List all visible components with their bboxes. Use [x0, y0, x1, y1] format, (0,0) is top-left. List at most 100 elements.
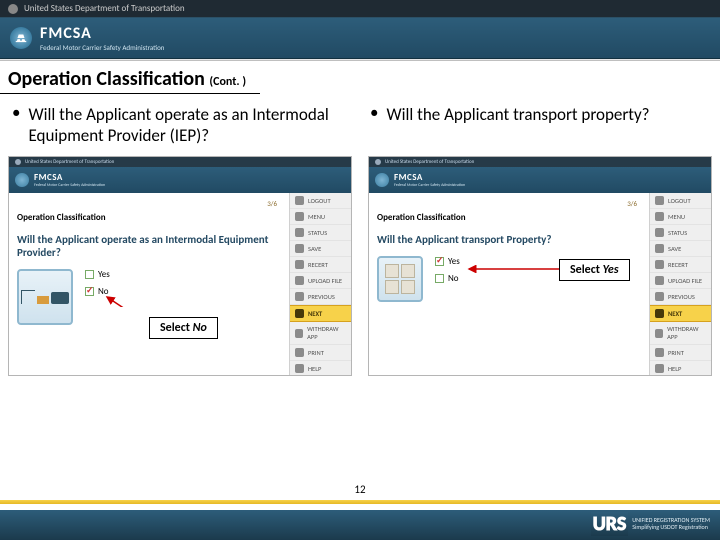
callout-select-no: Select No: [149, 317, 218, 339]
next-icon: [655, 309, 664, 318]
help-icon: [655, 364, 664, 373]
logout-icon: [655, 196, 664, 205]
side-logout[interactable]: LOGOUT: [290, 193, 351, 209]
next-icon: [295, 309, 304, 318]
side-withdraw[interactable]: WITHDRAW APP: [290, 322, 351, 345]
recert-icon: [295, 260, 304, 269]
yes-label: Yes: [98, 269, 110, 280]
page-number: 12: [354, 483, 365, 496]
mini-question-left: Will the Applicant operate as an Intermo…: [17, 233, 281, 259]
upload-icon: [295, 276, 304, 285]
no-label: No: [448, 273, 459, 284]
side-upload[interactable]: UPLOAD FILE: [650, 273, 711, 289]
property-art-icon: [377, 256, 423, 302]
side-menu[interactable]: MENU: [290, 209, 351, 225]
status-icon: [295, 228, 304, 237]
withdraw-icon: [295, 329, 303, 338]
screenshot-property: United States Department of Transportati…: [368, 156, 712, 376]
mini-sidebar: LOGOUT MENU STATUS SAVE RECERT UPLOAD FI…: [289, 193, 351, 375]
mini-fmcsa-logo-icon: [15, 173, 29, 187]
mini-question-right: Will the Applicant transport Property?: [377, 233, 641, 246]
bullet-dot-icon: •: [12, 104, 20, 146]
save-icon: [655, 244, 664, 253]
mini-section-title: Operation Classification: [17, 212, 281, 223]
side-status[interactable]: STATUS: [290, 225, 351, 241]
mini-dot-bar: United States Department of Transportati…: [369, 157, 711, 167]
dot-top-bar: United States Department of Transportati…: [0, 0, 720, 17]
previous-icon: [655, 292, 664, 301]
side-withdraw[interactable]: WITHDRAW APP: [650, 322, 711, 345]
bullet-left: • Will the Applicant operate as an Inter…: [12, 104, 350, 146]
side-recert[interactable]: RECERT: [290, 257, 351, 273]
help-icon: [295, 364, 304, 373]
side-upload[interactable]: UPLOAD FILE: [290, 273, 351, 289]
fmcsa-sub: Federal Motor Carrier Safety Administrat…: [40, 43, 164, 52]
side-recert[interactable]: RECERT: [650, 257, 711, 273]
mini-crumb: 3/6: [17, 199, 281, 208]
side-logout[interactable]: LOGOUT: [650, 193, 711, 209]
side-menu[interactable]: MENU: [650, 209, 711, 225]
mini-fmcsa-sub: Federal Motor Carrier Safety Administrat…: [394, 183, 465, 188]
bullet-left-text: Will the Applicant operate as an Intermo…: [28, 104, 350, 146]
mini-section-title: Operation Classification: [377, 212, 641, 223]
side-print[interactable]: PRINT: [290, 345, 351, 361]
side-next[interactable]: NEXT: [290, 305, 351, 322]
urs-logo-block: URS UNIFIED REGISTRATION SYSTEM Simplify…: [591, 512, 710, 536]
callout-select-yes: Select Yes: [559, 259, 630, 281]
mini-fmcsa-name: FMCSA: [394, 172, 465, 183]
save-icon: [295, 244, 304, 253]
side-save[interactable]: SAVE: [290, 241, 351, 257]
title-underline: [0, 93, 260, 94]
fmcsa-logo-icon: [10, 27, 32, 49]
screenshot-iep: United States Department of Transportati…: [8, 156, 352, 376]
dot-seal-icon: [8, 4, 18, 14]
menu-icon: [295, 212, 304, 221]
slide-title: Operation Classification (Cont. ): [0, 61, 720, 93]
urs-sub: Simplifying USDOT Registration: [632, 524, 710, 531]
menu-icon: [655, 212, 664, 221]
previous-icon: [295, 292, 304, 301]
mini-fmcsa-logo-icon: [375, 173, 389, 187]
bullet-row: • Will the Applicant operate as an Inter…: [0, 100, 720, 156]
dot-label: United States Department of Transportati…: [24, 3, 185, 14]
mini-fmcsa-name: FMCSA: [34, 172, 105, 183]
mini-main-left: 3/6 Operation Classification Will the Ap…: [9, 193, 289, 375]
fmcsa-header: FMCSA Federal Motor Carrier Safety Admin…: [0, 17, 720, 59]
side-previous[interactable]: PREVIOUS: [290, 289, 351, 305]
urs-logo: URS: [591, 512, 629, 536]
side-previous[interactable]: PREVIOUS: [650, 289, 711, 305]
radio-yes[interactable]: Yes: [85, 269, 110, 280]
upload-icon: [655, 276, 664, 285]
radio-no[interactable]: No: [435, 273, 460, 284]
mini-fmcsa-band: FMCSAFederal Motor Carrier Safety Admini…: [9, 167, 351, 193]
title-cont: (Cont. ): [209, 75, 246, 89]
footer-gold-band: [0, 500, 720, 504]
side-status[interactable]: STATUS: [650, 225, 711, 241]
mini-crumb: 3/6: [377, 199, 641, 208]
mini-fmcsa-band: FMCSAFederal Motor Carrier Safety Admini…: [369, 167, 711, 193]
print-icon: [295, 348, 304, 357]
withdraw-icon: [655, 329, 663, 338]
bullet-right: • Will the Applicant transport property?: [370, 104, 708, 146]
iep-art-icon: [17, 269, 73, 325]
screenshots-row: United States Department of Transportati…: [0, 156, 720, 376]
fmcsa-name: FMCSA: [40, 24, 164, 43]
radio-yes[interactable]: Yes: [435, 256, 460, 267]
yes-label: Yes: [448, 256, 460, 267]
title-main: Operation Classification: [8, 67, 205, 91]
mini-fmcsa-sub: Federal Motor Carrier Safety Administrat…: [34, 183, 105, 188]
bullet-dot-icon: •: [370, 104, 378, 146]
side-help[interactable]: HELP: [650, 361, 711, 376]
logout-icon: [295, 196, 304, 205]
mini-main-right: 3/6 Operation Classification Will the Ap…: [369, 193, 649, 375]
status-icon: [655, 228, 664, 237]
recert-icon: [655, 260, 664, 269]
side-print[interactable]: PRINT: [650, 345, 711, 361]
side-help[interactable]: HELP: [290, 361, 351, 376]
bullet-right-text: Will the Applicant transport property?: [386, 104, 649, 146]
print-icon: [655, 348, 664, 357]
side-next[interactable]: NEXT: [650, 305, 711, 322]
side-save[interactable]: SAVE: [650, 241, 711, 257]
mini-sidebar: LOGOUT MENU STATUS SAVE RECERT UPLOAD FI…: [649, 193, 711, 375]
slide-footer: 12 URS UNIFIED REGISTRATION SYSTEM Simpl…: [0, 532, 720, 540]
